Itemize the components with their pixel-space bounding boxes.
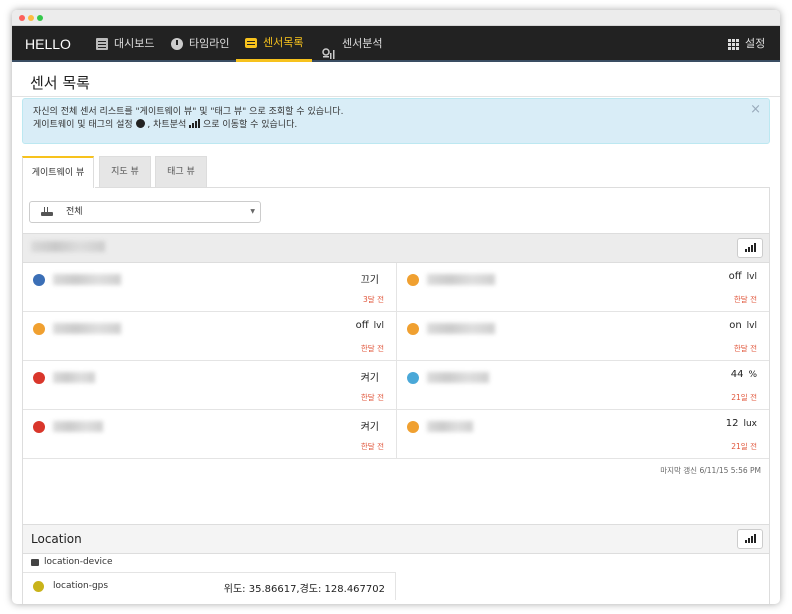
light-bulb-icon bbox=[407, 421, 419, 433]
sensor-cell[interactable]: 켜기 한달 전 bbox=[23, 410, 396, 459]
nav-dashboard-label: 대시보드 bbox=[114, 37, 155, 50]
last-updated: 마지막 갱신 6/11/15 5:56 PM bbox=[660, 466, 761, 475]
maximize-window-button[interactable] bbox=[37, 15, 43, 21]
sensor-cell[interactable]: 12 lux 21일 전 bbox=[396, 410, 769, 459]
sensor-name bbox=[53, 270, 121, 289]
nav-timeline-label: 타임라인 bbox=[189, 37, 230, 50]
gateway-panel: 전체 ▼ 끄기 3달 전 off lvl 한달 전 off lvl 한달 전 o… bbox=[22, 187, 770, 604]
main-content: 센서 목록 자신의 전체 센서 리스트를 "게이트웨이 뷰" 및 "태그 뷰" … bbox=[12, 64, 780, 604]
page-title: 센서 목록 bbox=[30, 74, 90, 92]
sensor-value: 켜기 bbox=[360, 373, 379, 384]
grid-icon bbox=[728, 38, 739, 50]
nav-sensor-analysis-label: 센서분석 bbox=[342, 37, 383, 50]
dashboard-icon bbox=[96, 38, 108, 50]
sensor-time: 한달 전 bbox=[733, 344, 757, 353]
sensor-name bbox=[53, 368, 95, 387]
gateway-chart-button[interactable] bbox=[737, 238, 763, 258]
sensor-cell[interactable]: 켜기 한달 전 bbox=[23, 361, 396, 410]
title-divider bbox=[12, 96, 780, 97]
browser-window: HELLO 대시보드 타임라인 센서목록 센서분석 설정 센서 목록 자신의 전 bbox=[12, 10, 780, 604]
gateway-filter-value: 전체 bbox=[66, 207, 83, 217]
sensor-cell[interactable]: 44% 21일 전 bbox=[396, 361, 769, 410]
sensor-time: 한달 전 bbox=[360, 344, 384, 353]
sensor-name bbox=[53, 417, 103, 436]
sensor-time: 21일 전 bbox=[731, 442, 757, 451]
sensor-time: 3달 전 bbox=[363, 295, 384, 304]
level-sensor-icon bbox=[33, 323, 45, 335]
switch-sensor-icon bbox=[33, 274, 45, 286]
alert-line-1: 자신의 전체 센서 리스트를 "게이트웨이 뷰" 및 "태그 뷰" 으로 조회할… bbox=[33, 107, 344, 117]
bar-chart-icon bbox=[189, 119, 201, 128]
sensor-cell[interactable]: 끄기 3달 전 bbox=[23, 263, 396, 312]
location-group-header: Location bbox=[23, 524, 769, 554]
alert-chart-text: , 차트분석 bbox=[147, 120, 187, 130]
sensor-time: 한달 전 bbox=[733, 295, 757, 304]
top-navbar: HELLO 대시보드 타임라인 센서목록 센서분석 설정 bbox=[12, 26, 780, 62]
sensor-value: off lvl bbox=[355, 320, 384, 331]
info-alert: 자신의 전체 센서 리스트를 "게이트웨이 뷰" 및 "태그 뷰" 으로 조회할… bbox=[22, 98, 770, 144]
sensor-chip-icon bbox=[245, 37, 257, 48]
sensor-name bbox=[427, 417, 473, 436]
gear-icon bbox=[135, 119, 145, 128]
nav-sensor-list[interactable]: 센서목록 bbox=[236, 26, 313, 62]
location-device-row: location-device bbox=[31, 557, 113, 567]
brand-logo[interactable]: HELLO bbox=[25, 26, 71, 62]
power-icon bbox=[33, 421, 45, 433]
nav-settings[interactable]: 설정 bbox=[720, 26, 773, 62]
alert-move-text: 으로 이동할 수 있습니다. bbox=[203, 120, 298, 130]
gps-sensor-value: 위도: 35.86617,경도: 128.467702 bbox=[223, 584, 385, 595]
location-device-name: location-device bbox=[44, 557, 113, 567]
tab-map-view[interactable]: 지도 뷰 bbox=[99, 156, 151, 188]
sensor-name bbox=[427, 368, 489, 387]
gateway-group-name bbox=[31, 241, 105, 255]
alert-settings-text: 게이트웨이 및 태그의 설정 bbox=[33, 120, 133, 130]
alert-line-2: 게이트웨이 및 태그의 설정 , 차트분석 으로 이동할 수 있습니다. bbox=[33, 119, 759, 132]
gateway-group-header bbox=[23, 233, 769, 263]
location-group-title: Location bbox=[31, 532, 82, 546]
location-chart-button[interactable] bbox=[737, 529, 763, 549]
sensor-name bbox=[427, 270, 495, 289]
caret-down-icon: ▼ bbox=[250, 208, 255, 215]
sensor-cell[interactable]: off lvl 한달 전 bbox=[23, 312, 396, 361]
sensor-time: 21일 전 bbox=[731, 393, 757, 402]
gateway-filter-select[interactable]: 전체 ▼ bbox=[29, 201, 261, 223]
tab-gateway-view[interactable]: 게이트웨이 뷰 bbox=[22, 156, 94, 188]
gps-icon bbox=[33, 581, 44, 592]
sensor-value: on lvl bbox=[729, 320, 757, 331]
router-icon bbox=[41, 207, 53, 216]
close-icon[interactable]: × bbox=[750, 103, 761, 116]
sensor-name bbox=[53, 319, 121, 338]
sensor-value: 끄기 bbox=[360, 275, 379, 286]
level-sensor-icon bbox=[407, 274, 419, 286]
sensor-value: off lvl bbox=[728, 271, 757, 282]
analytics-icon bbox=[322, 38, 336, 59]
gps-sensor-name: location-gps bbox=[53, 581, 109, 591]
nav-dashboard[interactable]: 대시보드 bbox=[88, 26, 162, 62]
sensor-cell[interactable]: on lvl 한달 전 bbox=[396, 312, 769, 361]
humidity-drop-icon bbox=[407, 372, 419, 384]
sensor-time: 한달 전 bbox=[360, 442, 384, 451]
nav-settings-label: 설정 bbox=[745, 37, 766, 50]
nav-timeline[interactable]: 타임라인 bbox=[163, 26, 237, 62]
power-icon bbox=[33, 372, 45, 384]
window-titlebar bbox=[12, 10, 780, 26]
minimize-window-button[interactable] bbox=[28, 15, 34, 21]
device-icon bbox=[31, 558, 39, 566]
nav-sensor-analysis[interactable]: 센서분석 bbox=[314, 26, 390, 62]
sensor-cell[interactable]: off lvl 한달 전 bbox=[396, 263, 769, 312]
location-sensor-row[interactable]: location-gps 위도: 35.86617,경도: 128.467702 bbox=[23, 572, 396, 600]
clock-icon bbox=[171, 38, 183, 50]
sensor-name bbox=[427, 319, 495, 338]
sensor-value: 44% bbox=[730, 369, 757, 380]
close-window-button[interactable] bbox=[19, 15, 25, 21]
level-sensor-icon bbox=[407, 323, 419, 335]
nav-sensor-list-label: 센서목록 bbox=[263, 35, 304, 49]
tab-tag-view[interactable]: 태그 뷰 bbox=[155, 156, 207, 188]
sensor-value: 12 lux bbox=[725, 418, 757, 429]
sensor-value: 켜기 bbox=[360, 422, 379, 433]
sensor-time: 한달 전 bbox=[360, 393, 384, 402]
